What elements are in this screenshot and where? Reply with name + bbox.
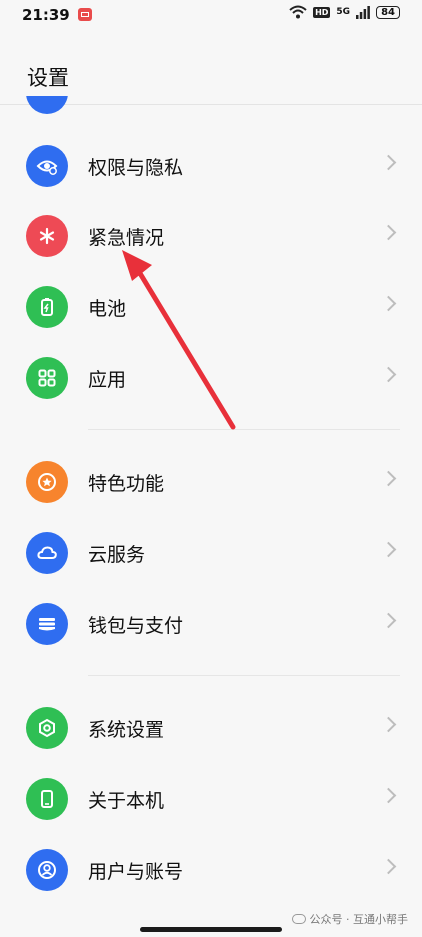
chevron-right-icon: [380, 612, 397, 629]
battery-icon: [26, 286, 68, 328]
settings-item-user-account[interactable]: 用户与账号: [0, 837, 422, 903]
user-account-icon: [26, 849, 68, 891]
watermark-text: 公众号 · 互通小帮手: [309, 913, 409, 926]
battery-indicator: 84: [376, 5, 400, 19]
chevron-right-icon: [380, 154, 397, 171]
settings-item-about-phone[interactable]: 关于本机: [0, 766, 422, 832]
settings-item-label: 关于本机: [88, 790, 165, 812]
settings-item-label: 应用: [88, 369, 127, 391]
settings-item-emergency[interactable]: 紧急情况: [0, 203, 422, 269]
wallet-icon: [26, 603, 68, 645]
settings-item-label: 权限与隐私: [88, 157, 184, 179]
settings-item-apps[interactable]: 应用: [0, 345, 422, 411]
settings-item-privacy[interactable]: 权限与隐私: [0, 133, 422, 199]
star-circle-icon: [26, 461, 68, 503]
status-time: 21:39: [22, 6, 70, 24]
section-divider: [88, 675, 400, 676]
partial-list-icon: [26, 96, 68, 116]
privacy-eye-icon: [26, 145, 68, 187]
emergency-asterisk-icon: [26, 215, 68, 257]
watermark: 公众号 · 互通小帮手: [291, 911, 409, 927]
chevron-right-icon: [380, 541, 397, 558]
signal-bars-icon: [356, 5, 370, 19]
notification-icon: [78, 8, 92, 21]
signal-label: 5G: [336, 6, 351, 17]
settings-item-label: 系统设置: [88, 719, 165, 741]
section-divider: [88, 429, 400, 430]
hexagon-gear-icon: [26, 707, 68, 749]
phone-icon: [26, 778, 68, 820]
system-indicators: HD 5G 84: [289, 5, 400, 19]
wifi-icon: [289, 5, 307, 19]
settings-item-wallet[interactable]: 钱包与支付: [0, 591, 422, 657]
chevron-right-icon: [380, 470, 397, 487]
settings-item-battery[interactable]: 电池: [0, 274, 422, 340]
chevron-right-icon: [380, 366, 397, 383]
hd-badge: HD: [313, 6, 331, 18]
chevron-right-icon: [380, 224, 397, 241]
settings-item-system[interactable]: 系统设置: [0, 695, 422, 761]
apps-grid-icon: [26, 357, 68, 399]
chevron-right-icon: [380, 787, 397, 804]
page-title: 设置: [27, 66, 69, 90]
settings-item-special-features[interactable]: 特色功能: [0, 449, 422, 515]
status-bar: 21:39 HD 5G 84: [0, 0, 422, 30]
chevron-right-icon: [380, 295, 397, 312]
wechat-icon: [291, 914, 306, 924]
settings-item-label: 特色功能: [88, 473, 165, 495]
chevron-right-icon: [380, 858, 397, 875]
settings-item-label: 紧急情况: [88, 227, 165, 249]
cloud-icon: [26, 532, 68, 574]
settings-item-cloud[interactable]: 云服务: [0, 520, 422, 586]
settings-item-label: 云服务: [88, 544, 146, 566]
chevron-right-icon: [380, 716, 397, 733]
settings-item-label: 电池: [88, 298, 127, 320]
settings-item-label: 钱包与支付: [88, 615, 184, 637]
settings-item-label: 用户与账号: [88, 861, 184, 883]
home-indicator[interactable]: [140, 927, 282, 932]
